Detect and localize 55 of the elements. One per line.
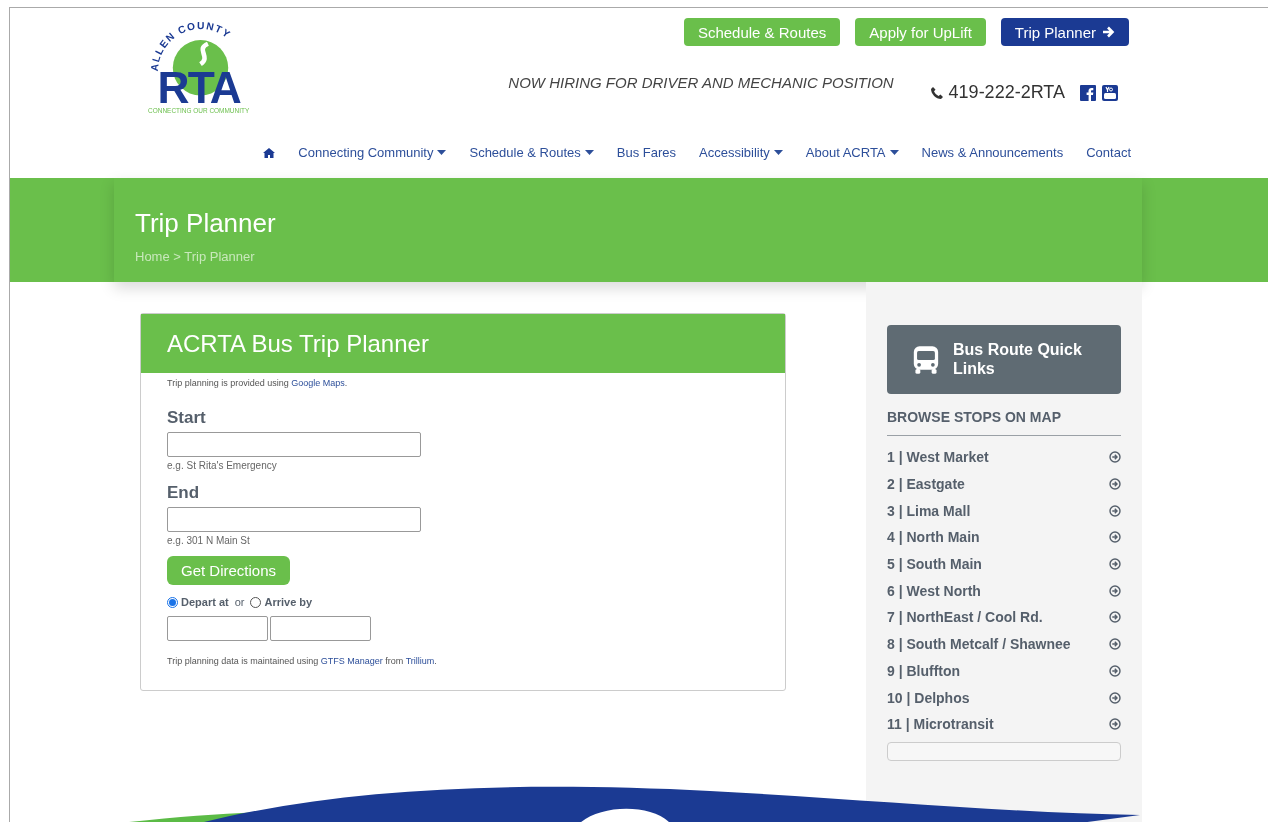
phone-icon [929, 85, 944, 100]
facebook-icon[interactable] [1080, 84, 1096, 101]
hiring-announcement: NOW HIRING FOR DRIVER AND MECHANIC POSITION [508, 74, 894, 91]
circle-arrow-icon [1109, 718, 1121, 731]
nav-link[interactable]: Schedule & Routes [469, 145, 594, 160]
circle-arrow-icon [1109, 451, 1121, 464]
route-link[interactable]: 3 | Lima Mall [887, 497, 1121, 525]
circle-arrow-icon [1109, 531, 1121, 544]
route-link[interactable]: 7 | NorthEast / Cool Rd. [887, 604, 1121, 631]
or-text: or [234, 596, 245, 608]
route-link[interactable]: 2 | Eastgate [887, 470, 1121, 498]
route-link[interactable]: 9 | Bluffton [887, 657, 1121, 685]
page-title: Trip Planner [135, 208, 277, 239]
google-maps-link[interactable]: Google Maps [291, 378, 345, 388]
arrow-right-icon [1102, 26, 1115, 38]
card-title: ACRTA Bus Trip Planner [167, 329, 429, 358]
nav-link[interactable]: News & Announcements [921, 145, 1064, 160]
section-heading: BROWSE STOPS ON MAP [887, 409, 1121, 436]
circle-arrow-icon [1109, 611, 1121, 624]
nav-link[interactable]: Accessibility [699, 145, 783, 160]
circle-arrow-icon [1109, 584, 1121, 597]
route-link[interactable]: 11 | Microtransit [887, 710, 1121, 738]
phone-number[interactable]: 419-222-2RTA [948, 82, 1065, 103]
date-field[interactable] [167, 616, 268, 641]
nav-link[interactable]: About ACRTA [805, 145, 899, 160]
youtube-icon[interactable] [1102, 84, 1118, 101]
time-field[interactable] [270, 616, 371, 641]
field-label: Start [167, 408, 207, 428]
footer-text: Trip planning data is maintained using GTFS Manager from Trillium. [167, 656, 438, 666]
circle-arrow-icon [1109, 638, 1121, 651]
circle-arrow-icon [1109, 664, 1121, 677]
quick-links-button[interactable]: Bus Route Quick Links [887, 325, 1121, 394]
field-hint: e.g. St Rita's Emergency [167, 460, 278, 471]
nav-link[interactable]: Connecting Community [298, 145, 447, 160]
intro-text: Trip planning is provided using Google Maps. [167, 378, 349, 388]
field-hint: e.g. 301 N Main St [167, 535, 251, 546]
home-icon[interactable] [263, 147, 276, 158]
circle-arrow-icon [1109, 504, 1121, 517]
radio-label: Depart at [181, 596, 229, 608]
header-button[interactable]: Trip Planner [1000, 18, 1129, 46]
location-field[interactable] [167, 507, 421, 532]
gtfs-manager-link[interactable]: GTFS Manager [320, 656, 383, 666]
route-link[interactable]: 8 | South Metcalf / Shawnee [887, 630, 1121, 658]
breadcrumb: Home > Trip Planner [135, 249, 256, 264]
route-link[interactable]: 1 | West Market [887, 444, 1121, 471]
route-link[interactable]: 4 | North Main [887, 524, 1121, 551]
route-link[interactable]: 10 | Delphos [887, 684, 1121, 711]
route-link[interactable]: 6 | West North [887, 577, 1121, 605]
radio-label: Arrive by [264, 596, 313, 608]
nav-link[interactable]: Contact [1086, 145, 1131, 160]
location-field[interactable] [167, 432, 421, 457]
route-link[interactable]: 5 | South Main [887, 550, 1121, 578]
nav-link[interactable]: Bus Fares [616, 145, 676, 160]
circle-arrow-icon [1109, 691, 1121, 704]
field-label: End [167, 483, 201, 503]
